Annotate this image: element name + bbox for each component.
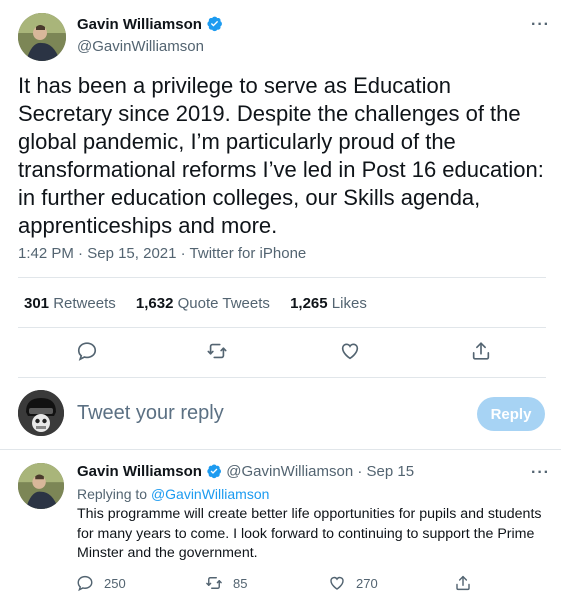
- like-count: 270: [356, 576, 378, 591]
- meta-separator: ·: [357, 463, 363, 480]
- quotes-stat[interactable]: 1,632 Quote Tweets: [136, 295, 270, 312]
- reply-tweet-header: Gavin Williamson @GavinWilliamson · Sep …: [77, 463, 414, 483]
- replying-to-link[interactable]: @GavinWilliamson: [151, 486, 269, 502]
- quotes-label: Quote Tweets: [177, 295, 270, 312]
- share-icon: [456, 575, 470, 591]
- reply-tweet-text: This programme will create better life o…: [77, 506, 542, 561]
- meta-separator: ·: [180, 245, 190, 262]
- divider: [18, 377, 546, 378]
- tweet-time[interactable]: 1:42 PM: [18, 245, 74, 262]
- divider: [0, 449, 561, 450]
- author-name[interactable]: Gavin Williamson: [77, 15, 223, 36]
- reply-author-handle[interactable]: @GavinWilliamson: [226, 463, 353, 480]
- reply-reply-action[interactable]: 250: [76, 574, 126, 592]
- quotes-count: 1,632: [135, 295, 174, 312]
- tweet-stats: 301 Retweets 1,632 Quote Tweets 1,265 Li…: [24, 295, 383, 312]
- replying-to: Replying to @GavinWilliamson: [77, 486, 269, 502]
- meta-separator: ·: [78, 245, 88, 262]
- reply-author-name[interactable]: Gavin Williamson: [77, 463, 202, 480]
- retweet-icon[interactable]: [206, 340, 228, 367]
- retweets-count: 301: [24, 295, 50, 312]
- retweet-icon: [206, 577, 222, 589]
- reply-author-avatar[interactable]: [18, 463, 64, 509]
- replying-prefix: Replying to: [77, 486, 148, 502]
- share-icon[interactable]: [470, 340, 492, 367]
- tweet-source[interactable]: Twitter for iPhone: [190, 245, 307, 262]
- tweet-meta: 1:42 PM · Sep 15, 2021 · Twitter for iPh…: [18, 245, 306, 262]
- reply-retweet-action[interactable]: 85: [205, 574, 247, 592]
- reply-icon[interactable]: [76, 340, 98, 367]
- heart-icon: [330, 576, 344, 590]
- verified-badge-icon: [206, 463, 222, 483]
- reply-input[interactable]: Tweet your reply: [77, 402, 224, 425]
- reply-date[interactable]: Sep 15: [367, 463, 415, 480]
- retweets-label: Retweets: [53, 295, 116, 312]
- likes-count: 1,265: [290, 295, 328, 312]
- more-icon[interactable]: ···: [531, 16, 550, 34]
- author-name-text[interactable]: Gavin Williamson: [77, 16, 202, 33]
- divider: [18, 277, 546, 278]
- likes-label: Likes: [331, 295, 367, 312]
- divider: [18, 327, 546, 328]
- likes-stat[interactable]: 1,265 Likes: [290, 295, 367, 312]
- heart-icon[interactable]: [339, 340, 361, 367]
- author-handle[interactable]: @GavinWilliamson: [77, 38, 204, 55]
- reply-button[interactable]: Reply: [477, 397, 545, 431]
- current-user-avatar[interactable]: [18, 390, 64, 436]
- reply-share-action[interactable]: [454, 574, 482, 592]
- tweet-date[interactable]: Sep 15, 2021: [87, 245, 176, 262]
- retweets-stat[interactable]: 301 Retweets: [24, 295, 116, 312]
- more-icon[interactable]: ···: [531, 464, 550, 482]
- author-avatar[interactable]: [18, 13, 66, 61]
- reply-count: 250: [104, 576, 126, 591]
- reply-like-action[interactable]: 270: [328, 574, 378, 592]
- verified-badge-icon: [206, 15, 223, 36]
- retweet-count: 85: [233, 576, 248, 591]
- tweet-text: It has been a privilege to serve as Educ…: [18, 73, 544, 238]
- reply-icon: [77, 575, 93, 592]
